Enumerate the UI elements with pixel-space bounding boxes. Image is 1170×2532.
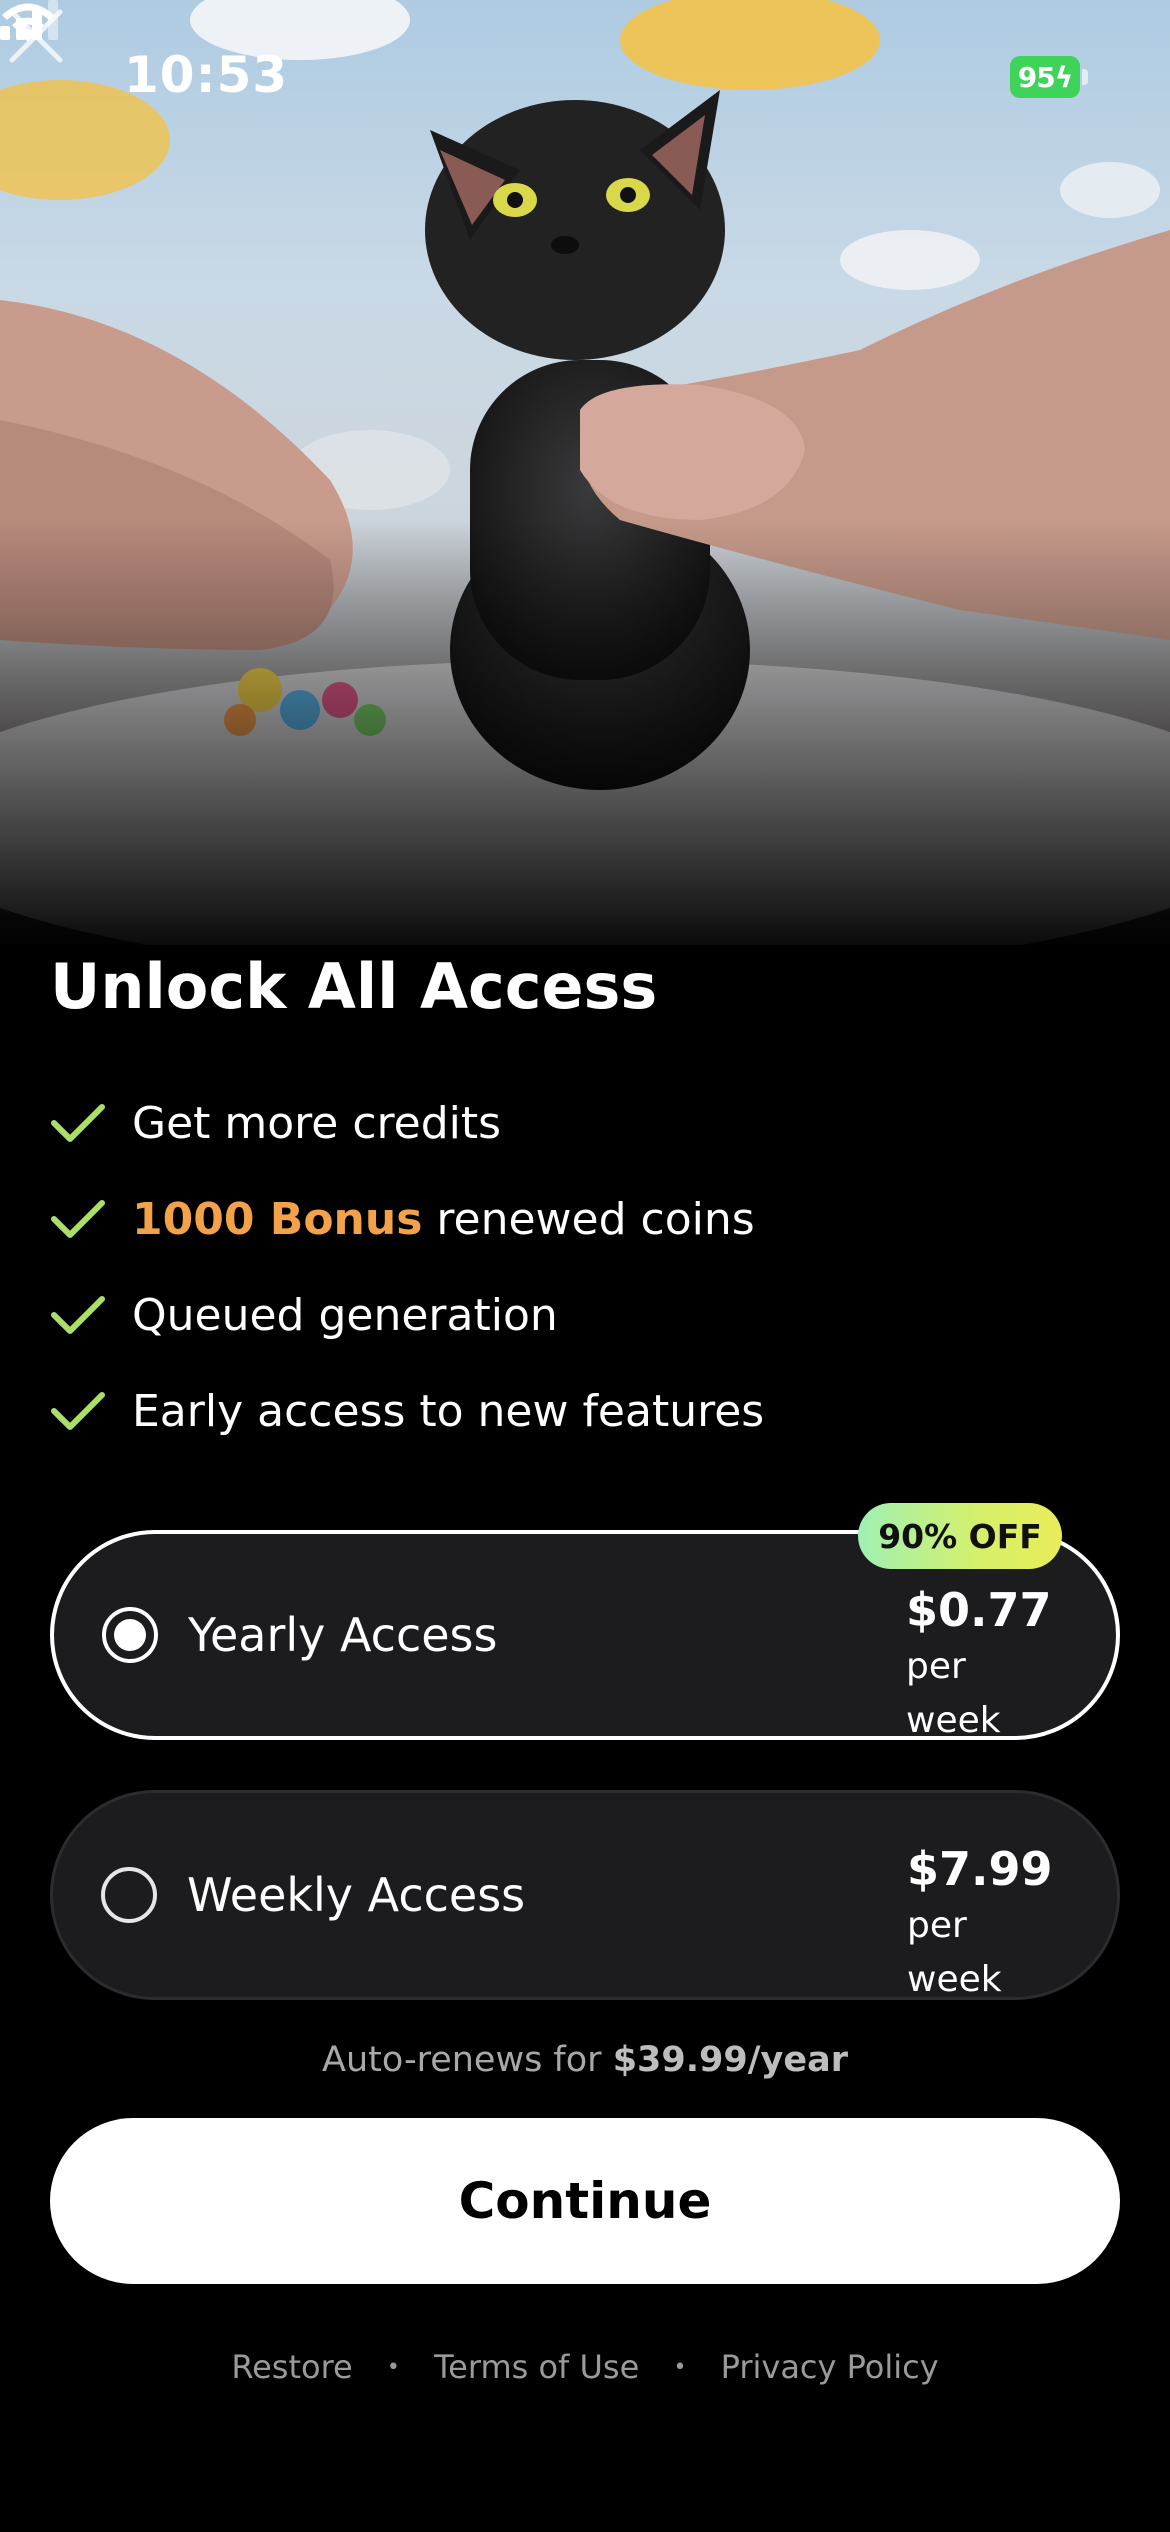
feature-item: 1000 Bonus renewed coins — [50, 1184, 1050, 1254]
hero-image: 10:53 95 ϟ — [0, 0, 1170, 945]
plan-price: $7.99 per week — [907, 1839, 1067, 2007]
terms-link[interactable]: Terms of Use — [434, 2348, 639, 2386]
feature-text: 1000 Bonus renewed coins — [132, 1194, 755, 1245]
auto-renew-prefix: Auto-renews for — [322, 2040, 613, 2080]
discount-badge: 90% OFF — [858, 1503, 1062, 1569]
auto-renew-price: $39.99/year — [612, 2040, 848, 2080]
price-unit: per week — [906, 1646, 1001, 1741]
page-title: Unlock All Access — [50, 950, 658, 1023]
bonus-highlight: 1000 Bonus — [132, 1193, 423, 1245]
plan-price: $0.77 per week — [906, 1580, 1066, 1748]
radio-unselected-icon[interactable] — [101, 1867, 157, 1923]
feature-text: Early access to new features — [132, 1385, 765, 1437]
feature-item: Queued generation — [50, 1280, 1050, 1350]
plan-name: Yearly Access — [188, 1608, 498, 1662]
feature-item: Get more credits — [50, 1088, 1050, 1158]
privacy-link[interactable]: Privacy Policy — [721, 2348, 939, 2386]
continue-button[interactable]: Continue — [50, 2118, 1120, 2284]
battery-level: 95 — [1017, 60, 1056, 94]
feature-text-rest: renewed coins — [422, 1193, 755, 1245]
feature-text: Get more credits — [132, 1097, 502, 1149]
feature-item: Early access to new features — [50, 1376, 1050, 1446]
close-icon[interactable] — [0, 0, 72, 72]
footer-links: Restore • Terms of Use • Privacy Policy — [0, 2346, 1170, 2386]
bolt-icon: ϟ — [1054, 60, 1074, 94]
battery-charging-icon: 95 ϟ — [1010, 56, 1088, 98]
plan-name: Weekly Access — [187, 1868, 526, 1922]
check-icon — [51, 1392, 105, 1430]
price-value: $7.99 — [907, 1842, 1053, 1896]
separator-dot: • — [673, 2354, 687, 2380]
check-icon — [51, 1200, 105, 1238]
check-icon — [51, 1296, 105, 1334]
feature-text: Queued generation — [132, 1289, 558, 1341]
check-icon — [51, 1104, 105, 1142]
radio-selected-icon[interactable] — [102, 1607, 158, 1663]
plan-option-weekly[interactable]: Weekly Access $7.99 per week — [50, 1790, 1120, 2000]
separator-dot: • — [386, 2354, 400, 2380]
price-unit: per week — [907, 1905, 1002, 2000]
auto-renew-note: Auto-renews for $39.99/year — [0, 2040, 1170, 2080]
status-bar: 10:53 95 ϟ — [0, 0, 1170, 150]
restore-link[interactable]: Restore — [231, 2348, 352, 2386]
status-time: 10:53 — [124, 46, 289, 104]
price-value: $0.77 — [906, 1583, 1052, 1637]
